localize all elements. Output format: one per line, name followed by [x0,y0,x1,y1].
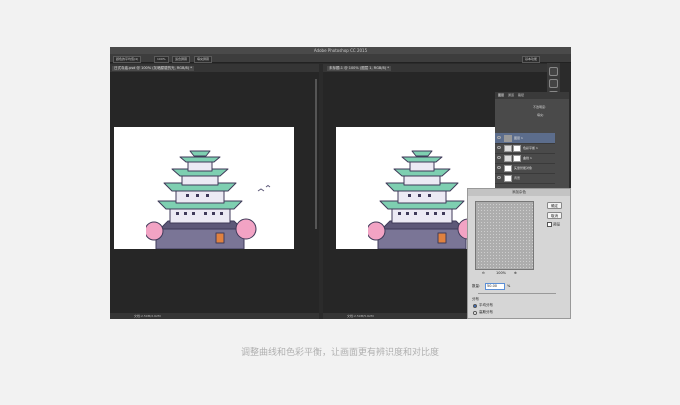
tab-paths[interactable]: 路径 [518,93,524,98]
caption: 调整曲线和色彩平衡，让画面更有辨识度和对比度 [240,348,439,358]
zoom-out-icon[interactable]: ⊖ [482,271,485,276]
visibility-eye-icon[interactable] [497,136,501,139]
cancel-button[interactable]: 取消 [547,212,562,219]
opacity-label: 不透明度: [533,105,547,109]
ok-button[interactable]: 确定 [547,202,562,209]
app-title: Adobe Photoshop CC 2015 [110,47,571,54]
options-bar: 颜色的平均值(4) 100% 适合屏幕 填充屏幕 基本功能 [110,54,571,63]
gaussian-radio[interactable] [473,311,477,315]
visibility-eye-icon[interactable] [497,156,501,159]
left-status-bar: 文档:2.59M/2.62M [110,313,319,319]
option-fill-screen-button[interactable]: 填充屏幕 [194,55,213,63]
layers-panel: 图层 通道 路径 不透明度: 填充: 图层 1 色彩平衡 1 曲线 1 矢量智能… [495,92,569,189]
noise-preview[interactable] [475,201,534,270]
amount-unit: % [507,284,511,288]
workspace-switcher[interactable]: 基本功能 [522,55,541,63]
layer-name: 色彩平衡 1 [523,145,538,150]
option-zoom-100-button[interactable]: 100% [154,55,169,63]
layer-name: 图层 1 [514,135,523,140]
option-fit-screen-button[interactable]: 适合屏幕 [172,55,191,63]
option-sample-button[interactable]: 颜色的平均值(4) [113,55,142,63]
adjustment-icon [504,144,512,152]
left-document-window: 日式寺庙.psd @ 100% (灰暗朦胧的光, RGB/8) * 文档:2.5… [110,64,319,319]
castle-illustration [146,150,271,249]
left-doc-tabbar: 日式寺庙.psd @ 100% (灰暗朦胧的光, RGB/8) * [110,64,319,72]
layers-panel-tabs: 图层 通道 路径 [495,92,569,99]
add-noise-dialog: 添加杂色 确定 取消 预览 ⊖ 100% ⊕ 数量: 50.00 % 分布 平均… [467,188,571,319]
history-icon[interactable] [549,79,558,88]
layer-thumbnail [504,134,512,142]
right-doc-tab[interactable]: 未标题-1 @ 100% (图层 1, RGB/8) * [327,65,391,71]
amount-input[interactable]: 50.00 [485,283,505,290]
smart-object-thumbnail [504,164,512,172]
tab-channels[interactable]: 通道 [508,93,514,98]
arrange-icon[interactable] [549,67,558,76]
visibility-eye-icon[interactable] [497,146,501,149]
checkbox-check-icon[interactable] [547,222,552,227]
left-canvas[interactable] [114,127,294,249]
left-doc-tab[interactable]: 日式寺庙.psd @ 100% (灰暗朦胧的光, RGB/8) * [112,65,194,71]
photoshop-window: Adobe Photoshop CC 2015 颜色的平均值(4) 100% 适… [110,47,571,319]
gaussian-label: 高斯分布 [479,310,493,314]
preview-checkbox[interactable]: 预览 [547,222,560,228]
right-doc-tabbar: 未标题-1 @ 100% (图层 1, RGB/8) * [323,64,547,72]
zoom-in-icon[interactable]: ⊕ [514,271,517,276]
layer-name: 矢量智能对象 [514,165,533,170]
visibility-eye-icon[interactable] [497,166,501,169]
visibility-eye-icon[interactable] [497,176,501,179]
zoom-level: 100% [496,271,507,275]
dialog-title: 添加杂色 [468,189,570,196]
amount-slider[interactable] [478,293,556,294]
layer-name: 曲线 1 [523,155,532,160]
tab-layers[interactable]: 图层 [498,93,504,98]
amount-label: 数量: [472,284,481,288]
curves-icon [504,154,512,162]
layer-mask-thumbnail [513,154,521,162]
left-scrollbar[interactable] [315,79,317,229]
left-status-text: 文档:2.59M/2.62M [134,314,161,318]
uniform-label: 平均分布 [479,303,493,307]
background-thumbnail [504,174,512,182]
layer-row[interactable]: 背景 [495,173,555,184]
layer-name: 背景 [514,175,521,180]
layer-mask-thumbnail [513,144,521,152]
preview-label: 预览 [553,222,561,227]
distribution-label: 分布 [472,297,479,301]
right-status-text: 文档:2.59M/5.62M [347,314,374,318]
fill-label: 填充: [537,113,545,117]
uniform-radio[interactable] [473,304,477,308]
